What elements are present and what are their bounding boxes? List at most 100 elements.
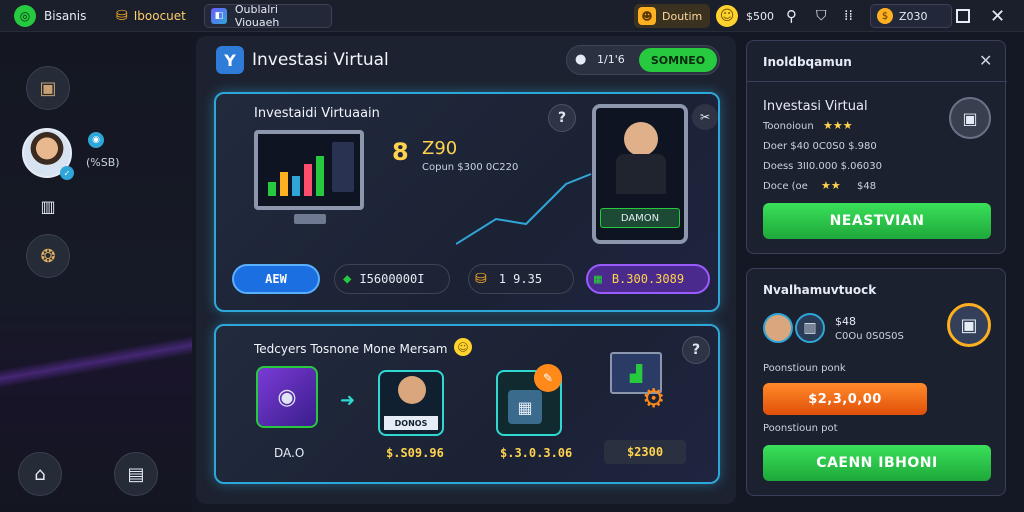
maximize-icon <box>956 9 970 23</box>
briefcase-icon: ▣ <box>949 97 991 139</box>
badge-icon: ✎ <box>534 364 562 392</box>
coins-value: 1 9.35 <box>498 272 543 286</box>
featured-panel: Investaidi Virtuaain ? 8 Z90 Copun $300 … <box>214 92 720 312</box>
invest-button[interactable]: NEASTVIAN <box>763 203 991 239</box>
search-icon: ⚲ <box>786 7 797 25</box>
price-button[interactable]: $2,3,0,00 <box>763 383 927 415</box>
coin-chest-icon: ⛁ <box>475 271 487 287</box>
tools-icon[interactable]: ✂ <box>692 104 718 130</box>
coin-badge[interactable]: ☻ Doutim <box>634 4 710 28</box>
market-item-price: $.3.0.3.06 <box>500 446 573 460</box>
gold-badge[interactable]: $ Z030 <box>870 4 952 28</box>
maximize-button[interactable] <box>956 4 970 28</box>
question-icon: ? <box>691 342 701 358</box>
nav-bag[interactable]: ❂ <box>26 234 70 278</box>
cube-icon: ◉ <box>256 366 318 428</box>
main-panel: Y Investasi Virtual ● 1/1'6 SOMNEO Inves… <box>196 36 736 504</box>
avatar <box>398 376 426 404</box>
shield-icon: ⛉ <box>816 8 827 24</box>
tab-market-label: Iboocuet <box>133 9 186 23</box>
card-header: Nvalhamuvtuock <box>763 283 877 297</box>
arrow-right-icon: ➜ <box>340 390 356 411</box>
coin-emoji-icon: ☺ <box>454 338 472 356</box>
brand-label: Bisanis <box>44 9 87 23</box>
balance-value: I5600000I <box>359 272 425 286</box>
nav-home[interactable]: ⌂ <box>18 452 62 496</box>
left-sidebar: ▣ ✓ ◉ (%SB) ▥ ❂ ⌂ ▤ <box>0 32 192 512</box>
market-item[interactable]: ▟ ⚙ <box>608 352 678 422</box>
gear-icon: ⚙ <box>642 384 666 414</box>
claim-button[interactable]: CAENN IBHONI <box>763 445 991 481</box>
shield-button[interactable]: ⛉ <box>816 4 827 28</box>
search-button[interactable]: ⚲ <box>786 4 797 28</box>
card-line-2: Doer $40 0C0S0 $.980 <box>763 141 877 152</box>
coin-label: Doutim <box>662 9 703 23</box>
nav-briefcase[interactable]: ▣ <box>26 66 70 110</box>
balance-pill: ◆ I5600000I <box>334 264 450 294</box>
bar-chart-icon <box>268 152 328 196</box>
market-item[interactable]: ▦ ✎ <box>496 364 562 436</box>
brand[interactable]: ◎ Bisanis <box>14 4 86 28</box>
close-icon[interactable]: ✕ <box>979 51 992 70</box>
stat-value: $500 <box>746 4 774 28</box>
market-item-price: $.S09.96 <box>386 446 444 460</box>
add-button[interactable]: AEW <box>232 264 320 294</box>
grid-button[interactable]: ⁞⁞ <box>844 4 853 28</box>
page-title: Investasi Virtual <box>252 50 389 70</box>
purple-glow <box>0 332 192 392</box>
card-line-1: Toonoioun <box>763 121 814 132</box>
stars-icon: ★★★ <box>823 119 853 132</box>
add-button-label: AEW <box>265 272 287 286</box>
market-item[interactable]: ◉ <box>256 366 326 436</box>
close-button[interactable]: ✕ <box>990 4 1005 28</box>
inventory-icon: ▤ <box>127 463 145 485</box>
window-tab-label: Oublalri Viouaeh <box>234 3 280 29</box>
status-pill[interactable]: ● 1/1'6 SOMNEO <box>566 45 720 75</box>
featured-score: Z90 <box>422 138 458 159</box>
briefcase-icon: ▣ <box>39 77 57 99</box>
total-pill[interactable]: ▦ B.300.3089 <box>586 264 710 294</box>
nav-book[interactable]: ▥ <box>30 194 66 218</box>
home-icon: ⌂ <box>34 463 46 485</box>
market-item-price: $2300 <box>626 445 664 459</box>
card-stat: $48 <box>835 315 856 328</box>
smiley-icon: ☺ <box>716 5 738 27</box>
cash-icon: ◆ <box>343 271 352 287</box>
status-counter: 1/1'6 <box>597 53 625 66</box>
gold-coin-icon: $ <box>877 8 893 24</box>
price-button-label: $2,3,0,00 <box>808 391 882 407</box>
section-label-2: Poonstioun pot <box>763 423 838 434</box>
market-title: Tedcyers Tosnone Mone Mersam <box>254 342 448 356</box>
tablet-illustration: DAMON <box>592 104 688 244</box>
money-bag-icon: ❂ <box>40 245 56 267</box>
gold-value: Z030 <box>899 9 928 23</box>
nav-inventory[interactable]: ▤ <box>114 452 158 496</box>
chat-icon: ● <box>575 52 587 67</box>
monitor-illustration <box>254 130 364 210</box>
status-label: SOMNEO <box>639 48 717 72</box>
emoji-button[interactable]: ☺ <box>716 4 738 28</box>
help-button[interactable]: ? <box>548 104 576 132</box>
market-item-tag: DONOS <box>384 416 438 430</box>
coin-stack-icon: ⛁ <box>116 8 128 24</box>
avatar <box>624 122 658 156</box>
stat-value-text: $500 <box>746 9 774 23</box>
claim-button-label: CAENN IBHONI <box>816 455 938 471</box>
market-panel: Tedcyers Tosnone Mone Mersam ☺ ? ◉ DA.O … <box>214 324 720 484</box>
user-stat: (%SB) <box>86 156 120 169</box>
tab-market[interactable]: ⛁ Iboocuet <box>116 4 186 28</box>
investment-card: Inoldbqamun ✕ Investasi Virtual Toonoiou… <box>746 40 1007 254</box>
building-icon: ▥ <box>795 313 825 343</box>
card-header: Inoldbqamun <box>763 55 852 69</box>
total-value: B.300.3089 <box>611 272 685 286</box>
market-item[interactable]: DONOS <box>378 370 444 436</box>
app-logo-icon: Y <box>216 46 244 74</box>
section-label-1: Poonstioun ponk <box>763 363 846 374</box>
market-help-button[interactable]: ? <box>682 336 710 364</box>
book-badge-icon: ▣ <box>947 303 991 347</box>
window-tab[interactable]: ◧ Oublalri Viouaeh <box>204 3 332 29</box>
question-icon: ? <box>557 110 567 126</box>
close-icon: ✕ <box>990 5 1006 27</box>
market-item-label: DA.O <box>274 446 305 460</box>
verified-icon: ✓ <box>60 166 74 180</box>
